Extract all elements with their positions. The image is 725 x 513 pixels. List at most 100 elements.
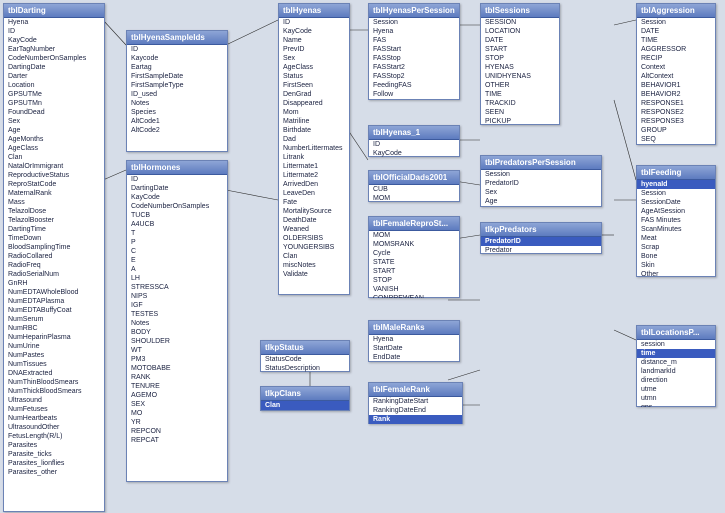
field-row[interactable]: Status [279,72,349,81]
field-row[interactable]: Skin [637,261,715,270]
field-row[interactable]: NumFetuses [4,405,104,414]
field-row[interactable]: Notes [127,319,227,328]
field-row[interactable]: Clan [4,153,104,162]
field-row[interactable]: NumEDTAWholeBlood [4,288,104,297]
field-row[interactable]: STATE [369,258,459,267]
field-row[interactable]: SESSION [481,18,559,27]
field-row[interactable]: TUCB [127,211,227,220]
field-row[interactable]: FirstSeen [279,81,349,90]
field-row[interactable]: VANISH [369,285,459,294]
field-row[interactable]: Age [4,126,104,135]
field-row[interactable]: gps [637,403,715,407]
field-row[interactable]: MOM [369,231,459,240]
field-row[interactable]: RANK [127,373,227,382]
field-row[interactable]: Weaned [279,225,349,234]
field-row[interactable]: MaternalRank [4,189,104,198]
field-row[interactable]: Rank [369,415,462,424]
field-row[interactable]: UNIDHYENAS [481,72,559,81]
field-row[interactable]: DATE [481,36,559,45]
field-row[interactable]: Scrap [637,243,715,252]
table-tblHyenas[interactable]: tblHyenasIDKayCodeNamePrevIDSexAgeClassS… [278,3,350,295]
field-row[interactable]: NumberLittermates [279,144,349,153]
table-header[interactable]: tblFeeding [637,166,715,180]
field-row[interactable]: RESPONSE1 [637,99,715,108]
field-row[interactable]: SEX [127,400,227,409]
table-header[interactable]: tblSessions [481,4,559,18]
field-row[interactable]: LH [127,274,227,283]
field-row[interactable]: DartingTime [4,225,104,234]
field-row[interactable]: MOM [369,194,459,202]
table-tblHyenaSampleIds[interactable]: tblHyenaSampleIdsIDKaycodeEartagFirstSam… [126,30,228,152]
field-row[interactable]: miscNotes [279,261,349,270]
field-row[interactable]: START [369,267,459,276]
field-row[interactable]: UltrasoundOther [4,423,104,432]
field-row[interactable]: KayCode [369,149,459,157]
field-row[interactable]: DenGrad [279,90,349,99]
field-row[interactable]: A [127,265,227,274]
field-row[interactable]: DATE [637,27,715,36]
field-row[interactable]: MOTOBABE [127,364,227,373]
field-row[interactable]: RECIP [637,54,715,63]
field-row[interactable]: DartingDate [4,63,104,72]
table-header[interactable]: tblHyenasPerSession [369,4,459,18]
field-row[interactable]: FASStop [369,54,459,63]
field-row[interactable]: GROUP [637,126,715,135]
field-row[interactable]: NumTissues [4,360,104,369]
field-row[interactable]: DeathDate [279,216,349,225]
table-header[interactable]: tblOfficialDads2001 [369,171,459,185]
field-row[interactable]: PredatorID [481,179,601,188]
field-row[interactable]: GnRH [4,279,104,288]
field-row[interactable]: ID [127,175,227,184]
field-row[interactable]: LeaveDen [279,189,349,198]
field-row[interactable]: Follow [369,90,459,99]
field-row[interactable]: Birthdate [279,126,349,135]
table-tblHyenasPerSession[interactable]: tblHyenasPerSessionSessionHyenaFASFASSta… [368,3,460,100]
field-row[interactable]: Clan [261,401,349,410]
field-row[interactable]: GPSUTMe [4,90,104,99]
field-row[interactable]: StartDate [369,344,459,353]
field-row[interactable]: TESTES [127,310,227,319]
field-row[interactable]: hyenaId [637,180,715,189]
field-row[interactable]: P [127,238,227,247]
field-row[interactable]: ID [369,140,459,149]
table-tblHyenas_1[interactable]: tblHyenas_1IDKayCode [368,125,460,157]
field-row[interactable]: ReproductiveStatus [4,171,104,180]
table-tblAggression[interactable]: tblAggressionSessionDATETIMEAGGRESSORREC… [636,3,716,145]
field-row[interactable]: distance_m [637,358,715,367]
field-row[interactable]: AltContext [637,72,715,81]
field-row[interactable]: DNAExtracted [4,369,104,378]
field-row[interactable]: Session [637,18,715,27]
field-row[interactable]: Notes [127,99,227,108]
field-row[interactable]: RESPONSE3 [637,117,715,126]
field-row[interactable]: TIME [637,36,715,45]
field-row[interactable]: NatalOrImmigrant [4,162,104,171]
field-row[interactable]: NumSerum [4,315,104,324]
table-header[interactable]: tblHyenas_1 [369,126,459,140]
field-row[interactable]: AGGRESSOR [637,45,715,54]
field-row[interactable]: FeedingFAS [369,81,459,90]
table-tblLocationsP[interactable]: tblLocationsP...sessiontimedistance_mlan… [636,325,716,407]
field-row[interactable]: RadioFreq [4,261,104,270]
table-header[interactable]: tlkpStatus [261,341,349,355]
field-row[interactable]: Dad [279,135,349,144]
field-row[interactable]: Bone [637,252,715,261]
field-row[interactable]: E [127,256,227,265]
field-row[interactable]: NumEDTABuffyCoat [4,306,104,315]
field-row[interactable]: STRESSCA [127,283,227,292]
field-row[interactable]: Litrank [279,153,349,162]
field-row[interactable]: SEQ [637,135,715,144]
field-row[interactable]: SHOULDER [127,337,227,346]
field-row[interactable]: RankingDateEnd [369,406,462,415]
field-row[interactable]: EndDate [369,353,459,362]
field-row[interactable]: DartingDate [127,184,227,193]
field-row[interactable]: StatusCode [261,355,349,364]
field-row[interactable]: REPCON [127,427,227,436]
field-row[interactable]: AgeClass [4,144,104,153]
field-row[interactable]: FAS [369,36,459,45]
table-tblMaleRanks[interactable]: tblMaleRanksHyenaStartDateEndDate [368,320,460,362]
field-row[interactable]: AgeAtSession [637,207,715,216]
field-row[interactable]: NumUrine [4,342,104,351]
field-row[interactable]: NumHeparinPlasma [4,333,104,342]
field-row[interactable]: Age [481,197,601,206]
field-row[interactable]: KayCode [127,193,227,202]
